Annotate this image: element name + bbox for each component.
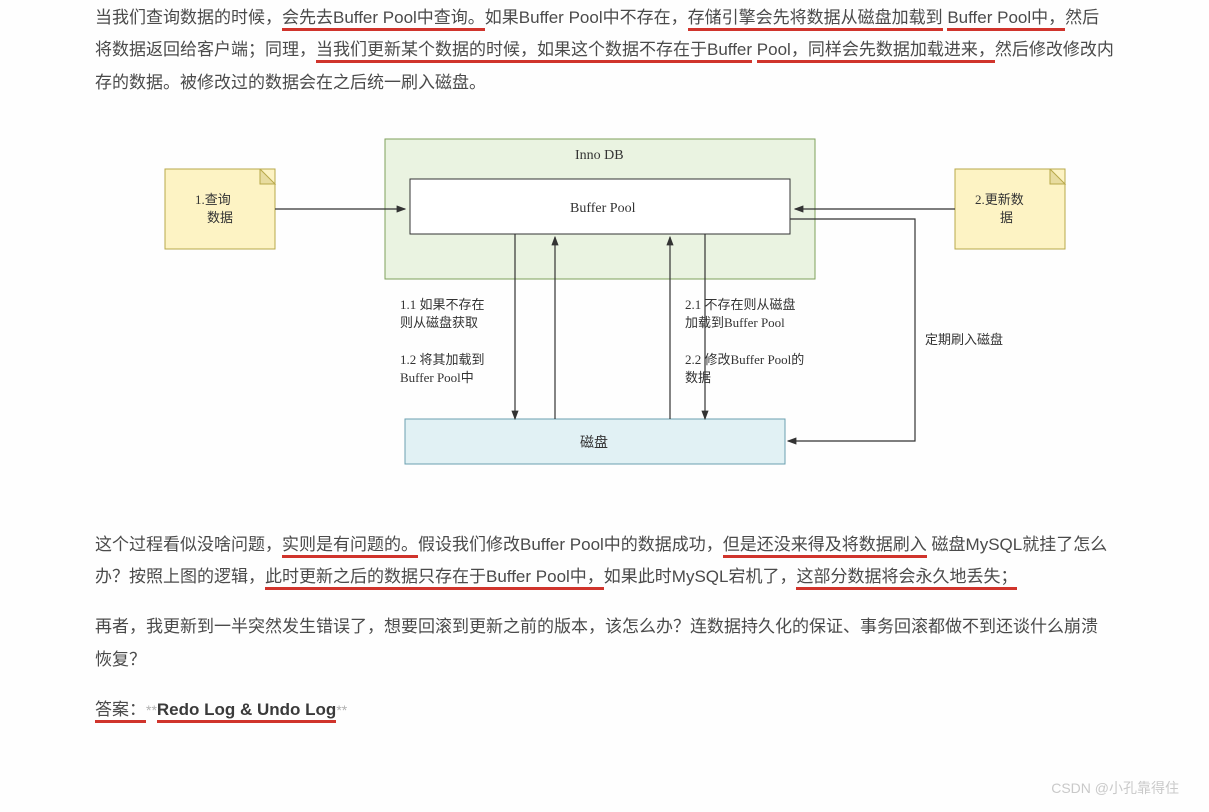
update-note: 2.更新数 据: [955, 169, 1065, 249]
watermark: CSDN @小孔靠得住: [1051, 778, 1179, 798]
label-2-1b: 加载到Buffer Pool: [685, 315, 785, 330]
underlined-text: 当我们更新某个数据的时候，: [316, 40, 537, 63]
label-2-1a: 2.1 不存在则从磁盘: [685, 297, 796, 312]
underlined-text: 存储引擎会先将数据从磁盘加载到: [688, 8, 943, 31]
label-1-1b: 则从磁盘获取: [400, 315, 478, 330]
diagram-container: 1.查询 数据 2.更新数 据 Inno DB Buffer Pool: [95, 119, 1114, 479]
paragraph-intro: 当我们查询数据的时候，会先去Buffer Pool中查询。如果Buffer Po…: [95, 2, 1114, 99]
label-flush: 定期刷入磁盘: [925, 332, 1003, 347]
label-1-2a: 1.2 将其加载到: [400, 352, 485, 367]
svg-text:数据: 数据: [207, 210, 233, 225]
svg-text:2.更新数: 2.更新数: [975, 192, 1024, 207]
underlined-text: 实则是有问题的。: [282, 535, 418, 558]
innodb-diagram: 1.查询 数据 2.更新数 据 Inno DB Buffer Pool: [125, 119, 1085, 479]
asterisk: **: [146, 702, 157, 718]
svg-text:磁盘: 磁盘: [580, 434, 608, 451]
paragraph-rollback: 再者，我更新到一半突然发生错误了，想要回滚到更新之前的版本，该怎么办？连数据持久…: [95, 611, 1114, 676]
query-note: 1.查询 数据: [165, 169, 275, 249]
text-segment: 当我们查询数据的时候，: [95, 8, 282, 27]
text-segment: 如果Buffer Pool中不存在，: [485, 8, 688, 27]
underlined-text: 此时更新之后的数据只存在于Buffer Pool中，: [265, 567, 604, 590]
underlined-text: 如果这个数据不存在于Buffer: [537, 40, 752, 63]
label-1-2b: Buffer Pool中: [400, 370, 474, 385]
underlined-text: 这部分数据将会永久地丢失；: [796, 567, 1017, 590]
disk-box: 磁盘: [405, 419, 785, 464]
underlined-text: Buffer Pool中，: [947, 8, 1065, 31]
text-segment: 这个过程看似没啥问题，: [95, 535, 282, 554]
answer-prefix: 答案：: [95, 700, 146, 723]
paragraph-problem: 这个过程看似没啥问题，实则是有问题的。假设我们修改Buffer Pool中的数据…: [95, 529, 1114, 594]
text-segment: 如果此时MySQL宕机了，: [604, 567, 797, 586]
label-1-1a: 1.1 如果不存在: [400, 297, 485, 312]
svg-text:Inno DB: Inno DB: [575, 148, 624, 163]
underlined-text: Pool，同样会先数据加载进来，: [757, 40, 995, 63]
buffer-pool-box: Buffer Pool: [410, 179, 790, 234]
underlined-text: 但是还没来得及将数据刷入: [723, 535, 927, 558]
paragraph-answer: 答案：**Redo Log & Undo Log**: [95, 694, 1114, 726]
answer-main: Redo Log & Undo Log: [157, 700, 336, 723]
text-segment: 假设我们修改Buffer Pool中的数据成功，: [418, 535, 723, 554]
svg-text:1.查询: 1.查询: [195, 192, 231, 207]
underlined-text: 会先去Buffer Pool中查询。: [282, 8, 485, 31]
svg-text:Buffer Pool: Buffer Pool: [570, 201, 636, 216]
label-2-2a: 2.2 修改Buffer Pool的: [685, 352, 804, 367]
label-2-2b: 数据: [685, 370, 711, 385]
svg-text:据: 据: [1000, 210, 1013, 225]
asterisk: **: [336, 702, 347, 718]
